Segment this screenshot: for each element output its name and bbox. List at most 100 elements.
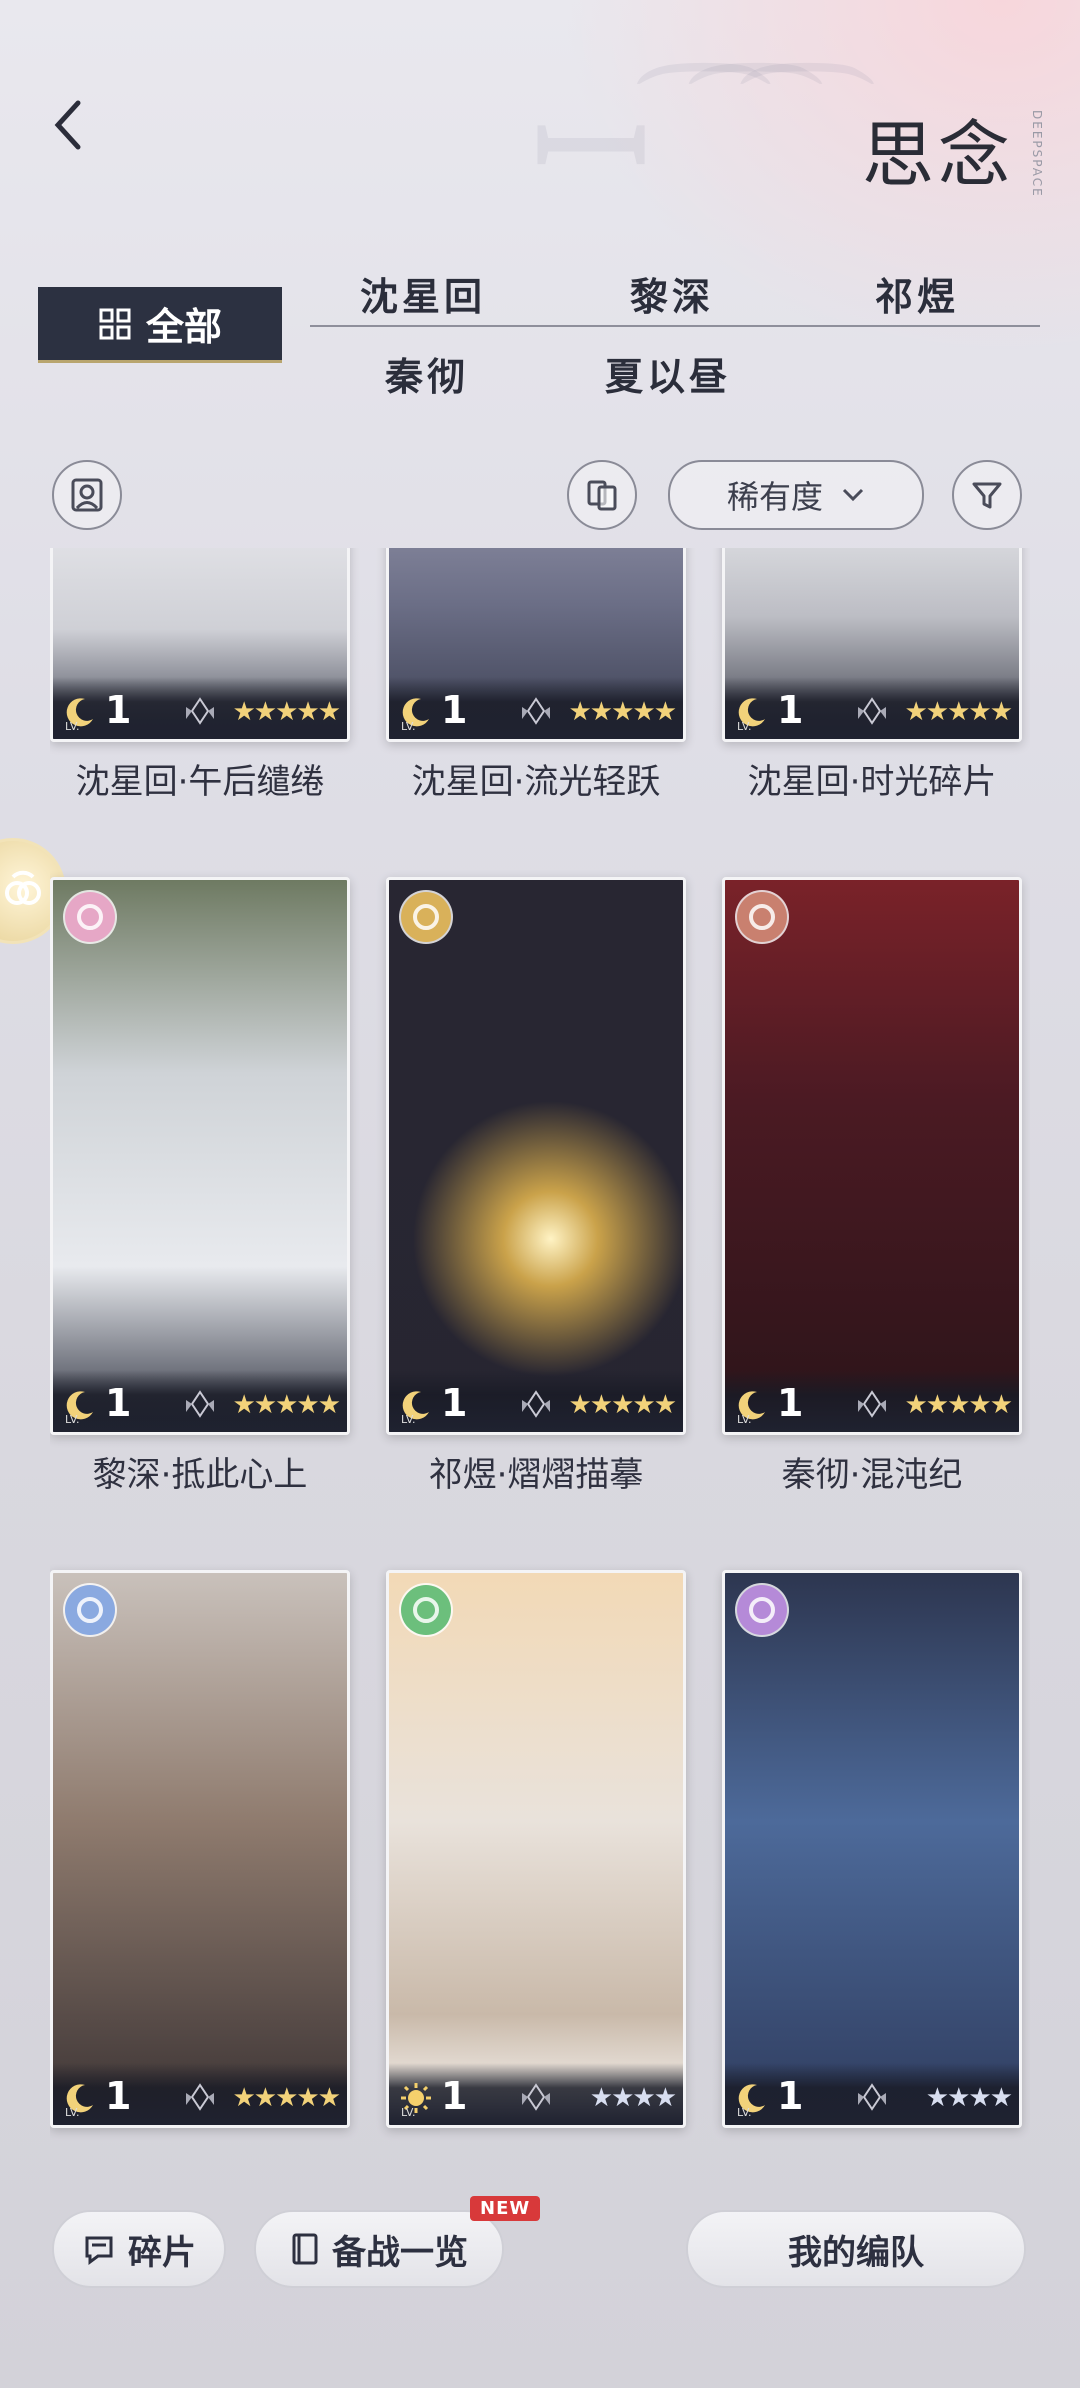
attribute-badge-icon — [401, 1585, 451, 1635]
card-level: LV. 1 — [399, 688, 468, 733]
deepspace-emblem-icon — [186, 697, 214, 725]
level-tag: LV. — [401, 720, 416, 733]
prep-overview-label: 备战一览 — [332, 2232, 468, 2273]
level-tag: LV. — [65, 1413, 80, 1426]
memory-card-grid: LV. 1 ★★★★★ 沈星回·午后缱绻 LV. 1 ★★★★★ 沈星回·流光轻… — [50, 548, 1030, 2158]
tab-all[interactable]: 全部 — [38, 287, 282, 363]
card-art — [389, 1573, 683, 2125]
rarity-stars: ★★★★★ — [568, 697, 677, 727]
tab-qin-che[interactable]: 秦彻 — [385, 346, 469, 401]
rarity-stars: ★★★★★ — [904, 1390, 1013, 1420]
rarity-stars: ★★★★★ — [232, 2083, 341, 2113]
card-name: 沈星回·时光碎片 — [747, 762, 997, 802]
card-level: LV. 1 — [399, 1381, 468, 1426]
card-artwork[interactable]: LV. 1 ★★★★★ — [722, 877, 1022, 1435]
level-tag: LV. — [737, 1413, 752, 1426]
card-name: 沈星回·流光轻跃 — [411, 762, 661, 802]
my-team-button[interactable]: 我的编队 — [686, 2210, 1026, 2288]
level-number: 1 — [441, 1381, 468, 1425]
rarity-stars: ★★★★★ — [904, 697, 1013, 727]
level-number: 1 — [441, 688, 468, 732]
attribute-badge-icon — [737, 892, 787, 942]
memory-card[interactable]: LV. 1 ★★★★★ 黎深·抵此心上 — [50, 877, 350, 1514]
book-icon — [292, 2233, 318, 2265]
tab-shen-xinghui[interactable]: 沈星回 — [360, 266, 486, 321]
card-swap-button[interactable] — [567, 460, 637, 530]
card-level: LV. 1 — [63, 688, 132, 733]
card-art — [725, 1573, 1019, 2125]
card-artwork[interactable]: LV. 1 ★★★★★ — [50, 877, 350, 1435]
card-artwork[interactable]: LV. 1 ★★★★★ — [50, 548, 350, 742]
level-number: 1 — [777, 688, 804, 732]
tab-all-label: 全部 — [145, 305, 222, 349]
portrait-icon — [71, 478, 103, 512]
level-number: 1 — [105, 1381, 132, 1425]
level-tag: LV. — [65, 720, 80, 733]
card-swap-icon — [587, 480, 617, 511]
my-team-label: 我的编队 — [788, 2232, 924, 2273]
level-number: 1 — [777, 2074, 804, 2118]
level-number: 1 — [441, 2074, 468, 2118]
memory-card[interactable]: LV. 1 ★★★★★ 沈星回·午后缱绻 — [50, 548, 350, 821]
rarity-stars: ★★★★ — [925, 2083, 1013, 2113]
memory-card[interactable]: LV. 1 ★★★★ — [386, 1570, 686, 2158]
memory-card[interactable]: LV. 1 ★★★★★ 秦彻·混沌纪 — [722, 877, 1022, 1514]
card-artwork[interactable]: LV. 1 ★★★★★ — [386, 877, 686, 1435]
level-number: 1 — [777, 1381, 804, 1425]
filter-button[interactable] — [952, 460, 1022, 530]
chevron-left-icon — [54, 100, 81, 150]
memory-card[interactable]: LV. 1 ★★★★★ 沈星回·流光轻跃 — [386, 548, 686, 821]
attribute-badge-icon — [401, 892, 451, 942]
level-tag: LV. — [737, 2106, 752, 2119]
card-art — [725, 880, 1019, 1432]
card-art — [53, 880, 347, 1432]
card-name: 秦彻·混沌纪 — [781, 1455, 963, 1495]
card-name: 祁煜·熠熠描摹 — [428, 1455, 644, 1495]
card-level: LV. 1 — [735, 688, 804, 733]
deepspace-emblem-icon — [858, 697, 886, 725]
deepspace-emblem-icon — [186, 1390, 214, 1418]
chevron-down-icon — [842, 488, 864, 502]
card-artwork[interactable]: LV. 1 ★★★★ — [386, 1570, 686, 2128]
level-tag: LV. — [737, 720, 752, 733]
memory-card[interactable]: LV. 1 ★★★★★ — [50, 1570, 350, 2158]
card-level: LV. 1 — [399, 2074, 468, 2119]
card-level: LV. 1 — [735, 1381, 804, 1426]
level-number: 1 — [105, 688, 132, 732]
attribute-badge-icon — [65, 1585, 115, 1635]
card-artwork[interactable]: LV. 1 ★★★★★ — [50, 1570, 350, 2128]
card-artwork[interactable]: LV. 1 ★★★★ — [722, 1570, 1022, 2128]
grid-icon — [99, 308, 131, 339]
fragments-button[interactable]: 碎片 — [52, 2210, 226, 2288]
new-badge: NEW — [470, 2196, 541, 2221]
rarity-stars: ★★★★★ — [232, 697, 341, 727]
level-tag: LV. — [65, 2106, 80, 2119]
brand-vertical-text: DEEPSPACE — [1030, 110, 1044, 198]
prep-overview-button[interactable]: 备战一览 — [254, 2210, 504, 2288]
deepspace-emblem-icon — [858, 2083, 886, 2111]
rarity-stars: ★★★★ — [589, 2083, 677, 2113]
rarity-stars: ★★★★★ — [568, 1390, 677, 1420]
rarity-stars: ★★★★★ — [232, 1390, 341, 1420]
card-artwork[interactable]: LV. 1 ★★★★★ — [386, 548, 686, 742]
portrait-button[interactable] — [52, 460, 122, 530]
page-title: 思念 — [861, 113, 1014, 197]
link-icon — [5, 870, 41, 905]
tabs-divider — [310, 325, 1040, 327]
attribute-badge-icon — [65, 892, 115, 942]
tab-li-shen[interactable]: 黎深 — [630, 266, 714, 321]
deepspace-emblem-icon — [186, 2083, 214, 2111]
memory-card[interactable]: LV. 1 ★★★★★ 沈星回·时光碎片 — [722, 548, 1022, 821]
tab-qi-yu[interactable]: 祁煜 — [875, 266, 959, 321]
memory-card[interactable]: LV. 1 ★★★★★ 祁煜·熠熠描摹 — [386, 877, 686, 1514]
deepspace-emblem-icon — [522, 1390, 550, 1418]
back-button[interactable] — [38, 95, 98, 155]
attribute-badge-icon — [737, 1585, 787, 1635]
level-tag: LV. — [401, 2106, 416, 2119]
tab-xia-yizhou[interactable]: 夏以昼 — [605, 346, 731, 401]
deepspace-emblem-icon — [522, 2083, 550, 2111]
memory-card[interactable]: LV. 1 ★★★★ — [722, 1570, 1022, 2158]
rarity-sort-select[interactable]: 稀有度 — [668, 460, 924, 530]
card-artwork[interactable]: LV. 1 ★★★★★ — [722, 548, 1022, 742]
card-level: LV. 1 — [63, 2077, 131, 2119]
